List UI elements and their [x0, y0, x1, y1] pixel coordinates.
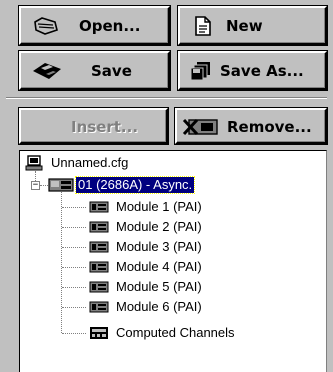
save-as-button[interactable]: Save As...: [178, 51, 327, 90]
tree-module-node[interactable]: Module 5 (PAI): [88, 278, 204, 296]
module-icon: [88, 259, 110, 275]
tree-instrument-label: 01 (2686A) - Async.: [74, 176, 196, 194]
tree-instrument-node[interactable]: 01 (2686A) - Async.: [48, 176, 196, 194]
remove-button[interactable]: Remove...: [175, 108, 327, 144]
tree-module-node[interactable]: Module 6 (PAI): [88, 298, 204, 316]
tree-connector: [62, 287, 86, 288]
tree-module-label: Module 6 (PAI): [116, 299, 202, 314]
tree-connector: [62, 247, 86, 248]
tree-module-node[interactable]: Module 3 (PAI): [88, 238, 204, 256]
remove-module-icon: [181, 117, 221, 137]
tree-module-node[interactable]: Module 4 (PAI): [88, 258, 204, 276]
instrument-icon: [48, 177, 74, 193]
tree-connector: [62, 227, 86, 228]
tree-module-label: Module 4 (PAI): [116, 259, 202, 274]
tree-connector: [62, 333, 86, 334]
configuration-tree[interactable]: − Unnamed.cfg 01 (2686A) - Async. Module…: [19, 150, 327, 372]
new-button[interactable]: New: [178, 6, 327, 45]
save-as-button-label: Save As...: [220, 62, 304, 80]
tree-connector: [62, 207, 86, 208]
tree-connector: [61, 189, 62, 333]
open-button-label: Open...: [79, 17, 141, 35]
module-icon: [88, 199, 110, 215]
module-icon: [88, 299, 110, 315]
save-button[interactable]: Save: [19, 51, 170, 90]
tree-module-label: Module 1 (PAI): [116, 199, 202, 214]
remove-button-label: Remove...: [227, 118, 312, 136]
tree-computed-channels-label: Computed Channels: [116, 325, 235, 340]
tree-module-label: Module 3 (PAI): [116, 239, 202, 254]
floppy-disk-icon: [31, 61, 63, 81]
save-button-label: Save: [91, 62, 132, 80]
calculator-icon: [88, 325, 110, 341]
module-icon: [88, 279, 110, 295]
new-button-label: New: [226, 17, 263, 35]
module-icon: [88, 219, 110, 235]
tree-connector: [40, 185, 48, 186]
tree-connector: [62, 307, 86, 308]
new-document-icon: [194, 15, 212, 37]
tree-module-node[interactable]: Module 2 (PAI): [88, 218, 204, 236]
tree-root-node[interactable]: Unnamed.cfg: [23, 154, 130, 172]
tree-computed-channels-node[interactable]: Computed Channels: [88, 324, 237, 342]
tree-connector: [62, 267, 86, 268]
tree-module-label: Module 2 (PAI): [116, 219, 202, 234]
open-button[interactable]: Open...: [19, 6, 170, 45]
computer-icon: [23, 155, 45, 171]
toolbar-divider: [6, 97, 327, 99]
tree-root-label: Unnamed.cfg: [51, 155, 129, 170]
insert-button-label: Insert...: [71, 118, 139, 136]
save-as-disks-icon: [190, 61, 212, 81]
module-icon: [88, 239, 110, 255]
collapse-toggle[interactable]: −: [31, 181, 40, 190]
insert-button[interactable]: Insert...: [19, 108, 168, 144]
tree-module-label: Module 5 (PAI): [116, 279, 202, 294]
open-folder-icon: [33, 16, 59, 36]
tree-module-node[interactable]: Module 1 (PAI): [88, 198, 204, 216]
